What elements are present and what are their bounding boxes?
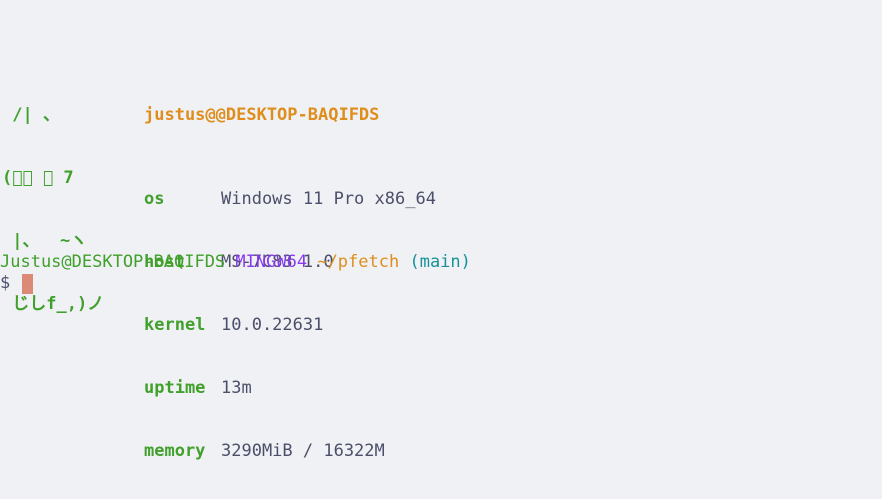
text-cursor bbox=[22, 273, 34, 294]
ascii-art-logo: /| 、 (ﾟ､ 。 7 |、 ~ヽ じしf_,)ノ bbox=[2, 63, 104, 357]
info-row-os: os Windows 11 Pro x86_64 bbox=[144, 189, 436, 210]
prompt-user-host: Justus@DESKTOP-BAQIFDS bbox=[0, 252, 226, 272]
command-input-line[interactable]: $ bbox=[0, 273, 34, 294]
ascii-art-line: /| 、 bbox=[2, 105, 60, 125]
info-title: justus@@DESKTOP-BAQIFDS bbox=[144, 105, 380, 125]
info-key: kernel bbox=[144, 315, 206, 335]
terminal-window[interactable]: /| 、 (ﾟ､ 。 7 |、 ~ヽ じしf_,)ノ justus@@DESKT… bbox=[0, 0, 882, 499]
info-key: memory bbox=[144, 441, 206, 461]
info-value: 13m bbox=[221, 378, 252, 398]
shell-prompt: Justus@DESKTOP-BAQIFDS MINGW64 ~/pfetch … bbox=[0, 252, 471, 273]
info-value: 3290MiB / 16322M bbox=[221, 441, 385, 461]
info-row-memory: memory 3290MiB / 16322M bbox=[144, 441, 436, 462]
info-row-kernel: kernel 10.0.22631 bbox=[144, 315, 436, 336]
info-key: os bbox=[144, 189, 165, 209]
info-key: uptime bbox=[144, 378, 206, 398]
ascii-art-line: |、 ~ヽ bbox=[2, 231, 88, 251]
info-row-uptime: uptime 13m bbox=[144, 378, 436, 399]
prompt-symbol: $ bbox=[0, 273, 11, 293]
info-value: 10.0.22631 bbox=[221, 315, 324, 335]
prompt-git-branch: (main) bbox=[409, 252, 471, 272]
prompt-shell-name: MINGW64 bbox=[235, 252, 308, 272]
prompt-working-directory: ~/pfetch bbox=[317, 252, 400, 272]
ascii-art-line: (ﾟ､ 。 7 bbox=[2, 168, 74, 188]
info-value: Windows 11 Pro x86_64 bbox=[221, 189, 436, 209]
ascii-art-line: じしf_,)ノ bbox=[2, 294, 105, 314]
system-info: justus@@DESKTOP-BAQIFDS os Windows 11 Pr… bbox=[144, 63, 436, 499]
